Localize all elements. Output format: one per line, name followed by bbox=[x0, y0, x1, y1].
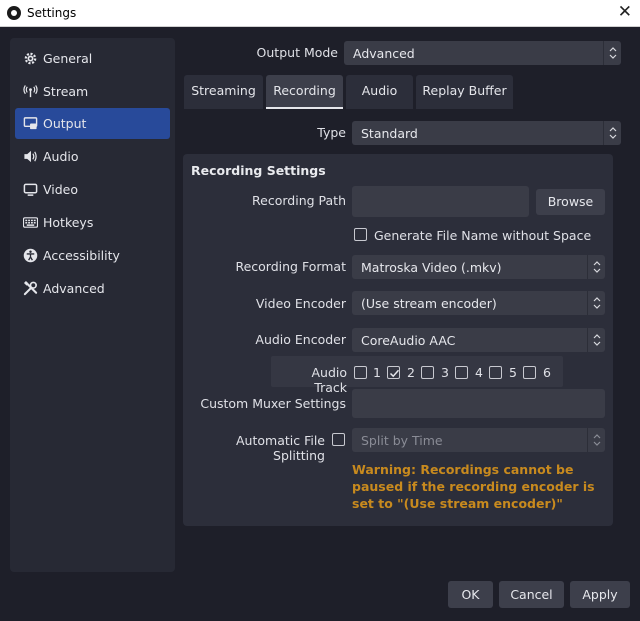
output-mode-select[interactable]: Advanced bbox=[344, 41, 621, 65]
sidebar-item-label: Audio bbox=[43, 149, 79, 164]
audio-track-3-checkbox[interactable] bbox=[421, 366, 434, 379]
tools-icon bbox=[23, 281, 38, 296]
audio-track-5-checkbox[interactable] bbox=[489, 366, 502, 379]
sidebar-item-label: Output bbox=[43, 116, 87, 131]
sidebar-item-audio[interactable]: Audio bbox=[15, 141, 170, 172]
sidebar-item-label: Video bbox=[43, 182, 79, 197]
audio-track-6-checkbox[interactable] bbox=[523, 366, 536, 379]
accessibility-icon bbox=[23, 248, 38, 263]
sidebar-item-stream[interactable]: Stream bbox=[15, 76, 170, 107]
audio-track-5-label: 5 bbox=[509, 365, 517, 380]
recording-path-input[interactable] bbox=[352, 186, 529, 217]
tab-recording[interactable]: Recording bbox=[266, 75, 343, 109]
sidebar-item-label: Hotkeys bbox=[43, 215, 94, 230]
recording-format-value: Matroska Video (.mkv) bbox=[361, 260, 502, 275]
audio-track-3-label: 3 bbox=[441, 365, 449, 380]
speaker-icon bbox=[24, 150, 37, 163]
video-encoder-label: Video Encoder bbox=[255, 296, 346, 311]
split-mode-select[interactable]: Split by Time bbox=[352, 428, 605, 452]
updown-arrows-icon bbox=[587, 428, 605, 452]
audio-track-6-label: 6 bbox=[543, 365, 551, 380]
cancel-button[interactable]: Cancel bbox=[499, 581, 564, 608]
recording-settings-title: Recording Settings bbox=[191, 163, 326, 178]
sidebar-item-label: Stream bbox=[43, 84, 89, 99]
audio-track-2-label: 2 bbox=[407, 365, 415, 380]
output-mode-label: Output Mode bbox=[256, 45, 338, 60]
sidebar-item-label: General bbox=[43, 51, 93, 66]
encoder-warning-text: Warning: Recordings cannot be paused if … bbox=[352, 462, 595, 511]
title-bar: Settings ✕ bbox=[0, 0, 640, 27]
audio-track-4-checkbox[interactable] bbox=[455, 366, 468, 379]
type-value: Standard bbox=[361, 126, 418, 141]
output-icon bbox=[23, 117, 38, 130]
audio-encoder-value: CoreAudio AAC bbox=[361, 333, 456, 348]
audio-track-1-label: 1 bbox=[373, 365, 381, 380]
browse-button[interactable]: Browse bbox=[536, 189, 605, 215]
antenna-icon bbox=[23, 85, 38, 98]
generate-filename-checkbox[interactable] bbox=[354, 228, 367, 241]
file-splitting-checkbox[interactable] bbox=[332, 433, 345, 446]
custom-muxer-label: Custom Muxer Settings bbox=[200, 396, 346, 411]
updown-arrows-icon bbox=[587, 328, 605, 352]
audio-track-label: Audio Track bbox=[311, 365, 347, 395]
recording-format-select[interactable]: Matroska Video (.mkv) bbox=[352, 255, 605, 279]
obs-logo-icon bbox=[7, 6, 21, 20]
sidebar-item-general[interactable]: General bbox=[15, 43, 170, 74]
recording-format-label: Recording Format bbox=[235, 259, 346, 274]
sidebar: General Stream Output Audio Video Hotkey… bbox=[10, 38, 175, 572]
sidebar-item-label: Advanced bbox=[43, 281, 105, 296]
tab-audio[interactable]: Audio bbox=[346, 75, 413, 109]
generate-filename-label: Generate File Name without Space bbox=[374, 228, 592, 243]
sidebar-item-label: Accessibility bbox=[43, 248, 120, 263]
recording-path-label: Recording Path bbox=[252, 193, 346, 208]
gear-icon bbox=[24, 52, 37, 65]
tab-streaming[interactable]: Streaming bbox=[184, 75, 263, 109]
sidebar-item-output[interactable]: Output bbox=[15, 108, 170, 139]
apply-button[interactable]: Apply bbox=[570, 581, 630, 608]
type-label: Type bbox=[317, 125, 346, 140]
sidebar-item-hotkeys[interactable]: Hotkeys bbox=[15, 207, 170, 238]
sidebar-item-advanced[interactable]: Advanced bbox=[15, 273, 170, 304]
updown-arrows-icon bbox=[587, 255, 605, 279]
sidebar-item-video[interactable]: Video bbox=[15, 174, 170, 205]
checkmark-icon bbox=[389, 369, 400, 378]
close-icon[interactable]: ✕ bbox=[618, 2, 632, 22]
video-encoder-value: (Use stream encoder) bbox=[361, 296, 497, 311]
audio-track-1-checkbox[interactable] bbox=[354, 366, 367, 379]
audio-track-2-checkbox[interactable] bbox=[387, 366, 400, 379]
monitor-icon bbox=[23, 183, 38, 196]
ok-button[interactable]: OK bbox=[448, 581, 493, 608]
type-select[interactable]: Standard bbox=[352, 121, 621, 145]
audio-encoder-label: Audio Encoder bbox=[255, 332, 346, 347]
file-splitting-label: Automatic File Splitting bbox=[236, 433, 325, 463]
audio-track-4-label: 4 bbox=[475, 365, 483, 380]
output-mode-value: Advanced bbox=[353, 46, 415, 61]
updown-arrows-icon bbox=[603, 121, 621, 145]
window-title: Settings bbox=[27, 6, 77, 20]
updown-arrows-icon bbox=[603, 41, 621, 65]
tab-replay-buffer[interactable]: Replay Buffer bbox=[416, 75, 513, 109]
keyboard-icon bbox=[23, 217, 38, 228]
split-mode-value: Split by Time bbox=[361, 433, 443, 448]
video-encoder-select[interactable]: (Use stream encoder) bbox=[352, 291, 605, 315]
sidebar-item-accessibility[interactable]: Accessibility bbox=[15, 240, 170, 271]
updown-arrows-icon bbox=[587, 291, 605, 315]
custom-muxer-input[interactable] bbox=[352, 389, 605, 418]
audio-encoder-select[interactable]: CoreAudio AAC bbox=[352, 328, 605, 352]
